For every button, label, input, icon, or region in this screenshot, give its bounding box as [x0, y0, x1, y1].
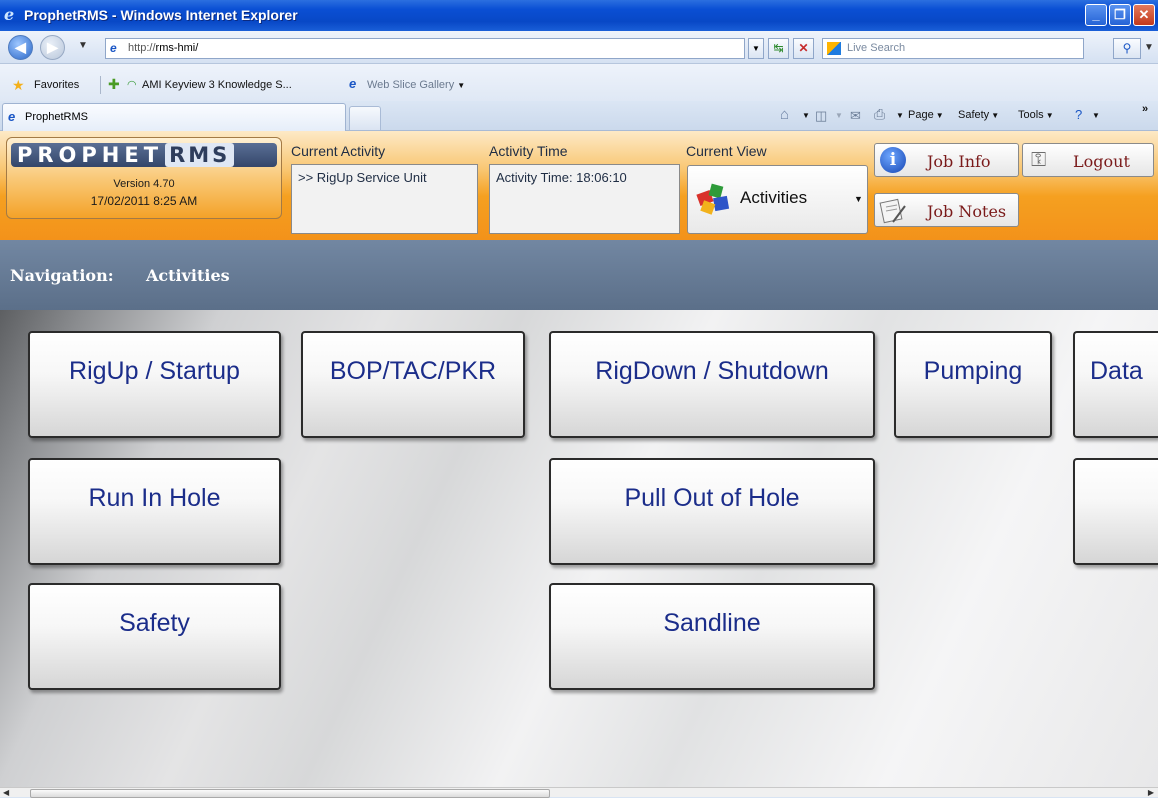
tab-bar: e ProphetRMS ⌂ ▼ ◫ ▼ ✉ ⎙ ▼ Page ▼ Safety ▼…: [0, 101, 1158, 131]
activity-time-label: Activity Time: [489, 143, 568, 159]
new-tab-button[interactable]: [349, 106, 381, 130]
datetime-label: 17/02/2011 8:25 AM: [90, 194, 198, 208]
current-view-dropdown[interactable]: Activities ▼: [687, 165, 868, 234]
help-dropdown-icon[interactable]: ▼: [1090, 109, 1100, 121]
safety-menu-label: Safety: [958, 109, 990, 121]
job-notes-button[interactable]: Job Notes: [874, 193, 1019, 227]
activities-panel: RigUp / Startup BOP/TAC/PKR RigDown / Sh…: [0, 310, 1158, 787]
stop-icon[interactable]: ✕: [793, 38, 814, 59]
print-dropdown-icon[interactable]: ▼: [894, 109, 904, 121]
close-button[interactable]: ✕: [1133, 4, 1155, 26]
feeds-icon[interactable]: ◫: [815, 108, 827, 124]
horizontal-scrollbar[interactable]: ◀ ▶: [0, 787, 1158, 798]
rigdown-shutdown-button[interactable]: RigDown / Shutdown: [549, 331, 875, 438]
favorites-bar: ★ Favorites ✚ ◠ AMI Keyview 3 Knowledge …: [0, 64, 1158, 101]
pumping-button[interactable]: Pumping: [894, 331, 1052, 438]
chevron-down-icon: ▼: [854, 194, 863, 204]
page-menu-label: Page: [908, 109, 934, 121]
print-icon[interactable]: ⎙: [874, 106, 885, 123]
favorites-button[interactable]: Favorites: [34, 79, 79, 91]
logout-button[interactable]: ⚿ Logout: [1022, 143, 1154, 177]
job-notes-label: Job Notes: [927, 202, 1007, 221]
navigation-label: Navigation:: [10, 266, 114, 285]
run-in-hole-button[interactable]: Run In Hole: [28, 458, 281, 565]
current-activity-label: Current Activity: [291, 143, 386, 159]
puzzle-icon: [696, 183, 730, 215]
divider: [100, 76, 101, 94]
navigation-breadcrumb: Navigation: Activities: [0, 240, 1158, 310]
brand-main: PROPHET: [17, 143, 164, 167]
scroll-left-icon[interactable]: ◀: [3, 788, 9, 797]
current-view-label: Current View: [686, 143, 767, 159]
page-icon: e: [110, 41, 117, 55]
current-activity-value: >> RigUp Service Unit: [298, 170, 427, 185]
home-icon[interactable]: ⌂: [780, 106, 789, 123]
help-icon[interactable]: ?: [1075, 107, 1082, 122]
url-host: rms-hmi/: [155, 42, 199, 54]
tab-label: ProphetRMS: [25, 111, 88, 123]
current-activity-box: >> RigUp Service Unit: [291, 164, 478, 234]
address-toolbar: ◀ ▶ ▼ e http://rms-hmi/ ▼ ↹ ✕ Live Searc…: [0, 31, 1158, 64]
ie-logo-icon: e: [4, 5, 15, 24]
job-info-label: Job Info: [927, 152, 991, 171]
window-title: ProphetRMS - Windows Internet Explorer: [24, 7, 298, 23]
search-button-icon[interactable]: ⚲: [1113, 38, 1141, 59]
tools-menu-label: Tools: [1018, 109, 1044, 121]
notes-icon: [879, 198, 906, 224]
prophet-logo: PROPHET RMS Version 4.70 17/02/2011 8:25 …: [6, 137, 282, 219]
partial-activity-button[interactable]: [1073, 458, 1158, 565]
minimize-button[interactable]: _: [1085, 4, 1107, 26]
job-info-button[interactable]: i Job Info: [874, 143, 1019, 177]
data-button[interactable]: Data: [1073, 331, 1158, 438]
page-menu[interactable]: Page ▼: [908, 109, 944, 121]
window-title-bar: e ProphetRMS - Windows Internet Explorer…: [0, 0, 1158, 31]
current-view-value: Activities: [740, 188, 808, 207]
navigation-current[interactable]: Activities: [146, 266, 230, 285]
web-slice-label: Web Slice Gallery: [367, 79, 455, 91]
activity-time-box: Activity Time: 18:06:10: [489, 164, 680, 234]
app-header: PROPHET RMS Version 4.70 17/02/2011 8:25 …: [0, 131, 1158, 240]
forward-button[interactable]: ▶: [40, 35, 65, 60]
scroll-right-icon[interactable]: ▶: [1148, 788, 1154, 797]
search-input[interactable]: Live Search: [822, 38, 1084, 59]
add-favorite-icon[interactable]: ✚: [108, 76, 120, 93]
tab-ie-icon: e: [8, 109, 16, 124]
live-search-icon: [827, 42, 841, 55]
activity-time-value: Activity Time: 18:06:10: [496, 170, 627, 185]
address-dropdown-icon[interactable]: ▼: [748, 38, 764, 59]
ie-page-icon: e: [349, 76, 357, 91]
refresh-icon[interactable]: ↹: [768, 38, 789, 59]
search-options-icon[interactable]: ▼: [1144, 42, 1154, 53]
home-dropdown-icon[interactable]: ▼: [800, 109, 810, 121]
info-icon: i: [880, 147, 906, 173]
maximize-button[interactable]: ❐: [1109, 4, 1131, 26]
favorite-link-web-slice[interactable]: Web Slice Gallery ▼: [367, 79, 465, 91]
back-button[interactable]: ◀: [8, 35, 33, 60]
feeds-dropdown-icon[interactable]: ▼: [833, 109, 843, 121]
rigup-startup-button[interactable]: RigUp / Startup: [28, 331, 281, 438]
search-placeholder: Live Search: [847, 42, 906, 54]
url-prefix: http://: [128, 42, 156, 54]
webslice-icon: ◠: [127, 79, 137, 91]
tab-prophetrms[interactable]: e ProphetRMS: [2, 103, 346, 131]
tools-menu[interactable]: Tools ▼: [1018, 109, 1054, 121]
safety-button[interactable]: Safety: [28, 583, 281, 690]
pull-out-of-hole-button[interactable]: Pull Out of Hole: [549, 458, 875, 565]
logout-label: Logout: [1073, 152, 1130, 171]
key-icon: ⚿: [1031, 147, 1047, 171]
favorite-link-keyview[interactable]: AMI Keyview 3 Knowledge S...: [142, 79, 292, 91]
recent-pages-dropdown-icon[interactable]: ▼: [78, 40, 88, 51]
bop-tac-pkr-button[interactable]: BOP/TAC/PKR: [301, 331, 525, 438]
brand-rms: RMS: [165, 143, 235, 167]
safety-menu[interactable]: Safety ▼: [958, 109, 999, 121]
version-label: Version 4.70: [113, 178, 175, 190]
brand-wordmark: PROPHET RMS: [11, 143, 277, 167]
sandline-button[interactable]: Sandline: [549, 583, 875, 690]
overflow-chevron-icon[interactable]: »: [1142, 103, 1148, 115]
mail-icon[interactable]: ✉: [850, 108, 861, 124]
favorites-star-icon: ★: [12, 77, 25, 93]
address-input[interactable]: e http://rms-hmi/: [105, 38, 745, 59]
